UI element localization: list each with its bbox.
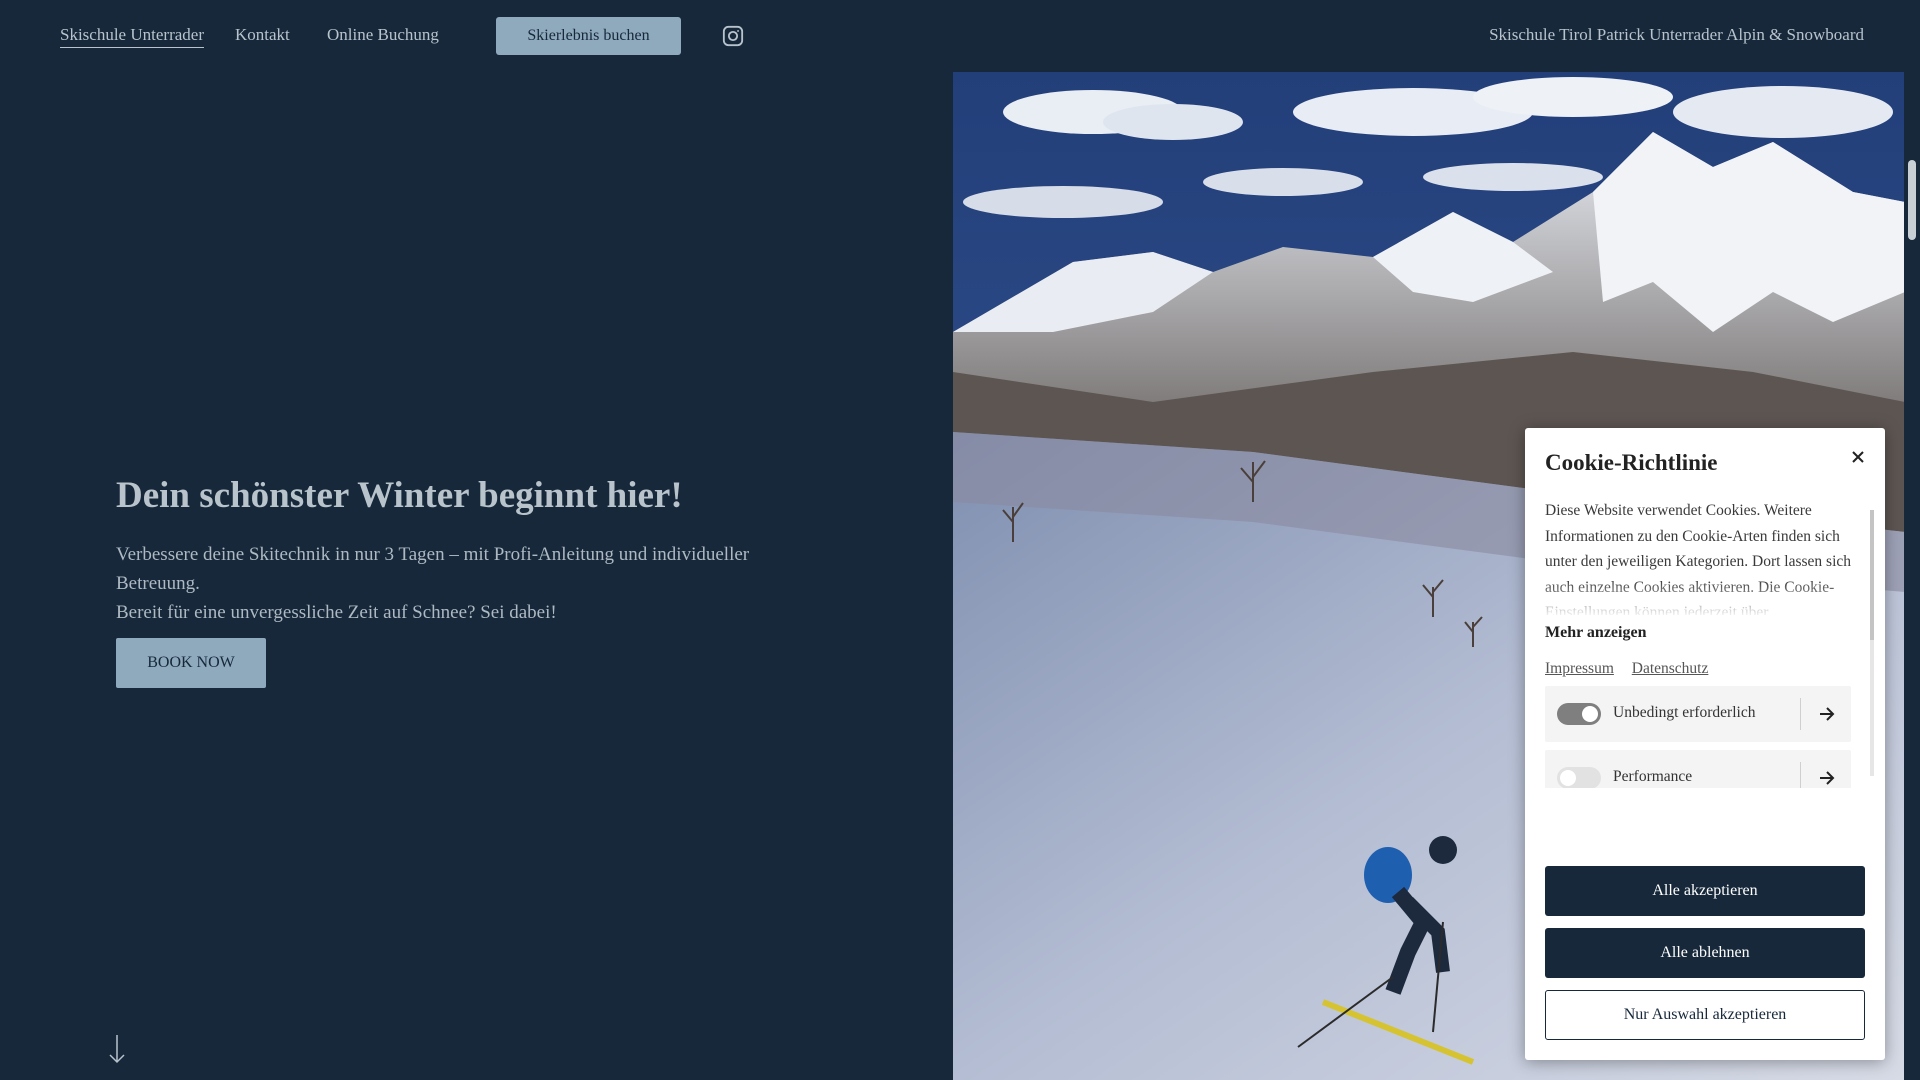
arrow-right-icon[interactable] [1817, 704, 1837, 724]
hero-text-line-1: Verbessere deine Skitechnik in nur 3 Tag… [116, 544, 750, 594]
hero-text: Verbessere deine Skitechnik in nur 3 Tag… [116, 540, 836, 627]
cookie-scrollbar[interactable] [1868, 498, 1876, 788]
accept-selection-button[interactable]: Nur Auswahl akzeptieren [1545, 990, 1865, 1040]
cookie-links: Impressum Datenschutz [1545, 660, 1722, 678]
cookie-dialog: Cookie-Richtlinie Diese Website verwende… [1525, 428, 1885, 1060]
site-header: Skischule Unterrader Kontakt Online Buch… [0, 0, 1904, 72]
skierlebnis-buchen-button[interactable]: Skierlebnis buchen [496, 17, 681, 55]
hero-title: Dein schönster Winter beginnt hier! [116, 475, 683, 516]
cookie-fade [1545, 580, 1855, 616]
page-scrollbar[interactable] [1904, 0, 1920, 1080]
cookie-category-performance: Performance [1545, 750, 1851, 788]
arrow-right-icon[interactable] [1817, 768, 1837, 788]
category-label: Unbedingt erforderlich [1613, 704, 1756, 721]
mehr-anzeigen-link[interactable]: Mehr anzeigen [1545, 624, 1646, 642]
cookie-scrollbar-thumb[interactable] [1870, 510, 1874, 640]
impressum-link[interactable]: Impressum [1545, 660, 1614, 677]
instagram-icon[interactable] [722, 25, 744, 47]
book-now-button[interactable]: BOOK NOW [116, 638, 266, 688]
cookie-category-unbedingt-erforderlich: Unbedingt erforderlich [1545, 686, 1851, 742]
cookie-content-scroll[interactable]: Diese Website verwendet Cookies. Weitere… [1525, 498, 1885, 788]
nav-item-online-buchung[interactable]: Online Buchung [327, 25, 439, 45]
arrow-down-icon[interactable] [108, 1034, 126, 1064]
hero-text-line-2: Bereit für eine unvergessliche Zeit auf … [116, 602, 557, 623]
accept-all-button[interactable]: Alle akzeptieren [1545, 866, 1865, 916]
category-label: Performance [1613, 768, 1693, 785]
brand-name[interactable]: Skischule Tirol Patrick Unterrader Alpin… [1489, 25, 1864, 45]
cookie-title: Cookie-Richtlinie [1545, 450, 1718, 475]
nav-item-skischule-unterrader[interactable]: Skischule Unterrader [60, 25, 204, 48]
datenschutz-link[interactable]: Datenschutz [1632, 660, 1709, 677]
nav-item-kontakt[interactable]: Kontakt [235, 25, 290, 45]
page-scrollbar-thumb[interactable] [1908, 160, 1916, 240]
unbedingt-erforderlich-toggle[interactable] [1557, 703, 1601, 725]
close-icon[interactable] [1847, 446, 1869, 468]
reject-all-button[interactable]: Alle ablehnen [1545, 928, 1865, 978]
performance-toggle[interactable] [1557, 767, 1601, 788]
